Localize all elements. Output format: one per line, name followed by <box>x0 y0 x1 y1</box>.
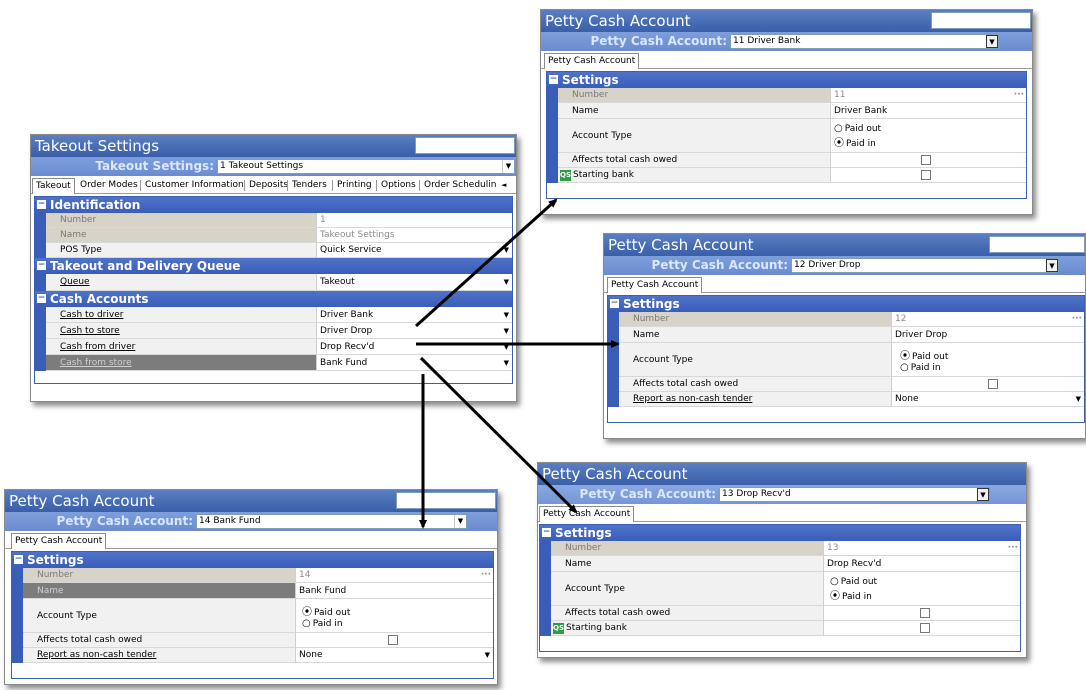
arrow-to-drop-recvd <box>419 356 578 514</box>
connector-arrows <box>414 198 620 529</box>
arrow-to-driver-bank <box>414 198 558 328</box>
